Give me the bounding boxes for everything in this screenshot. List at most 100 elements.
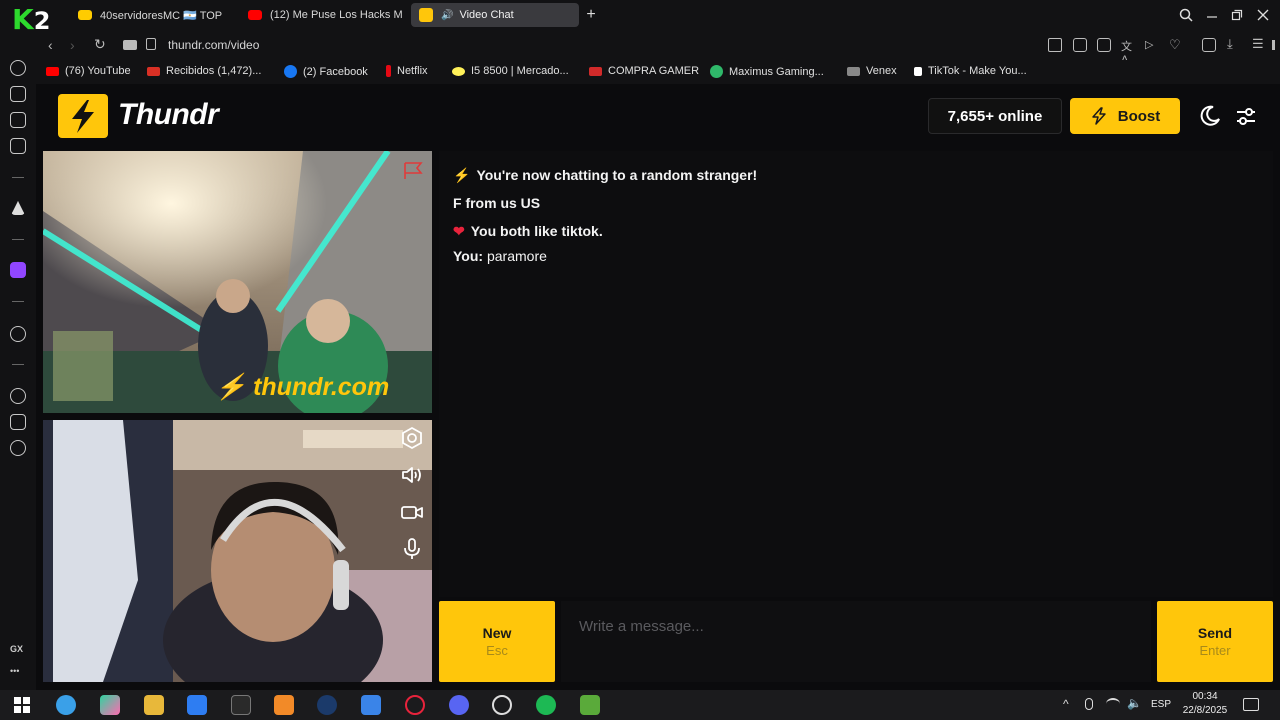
- volume-icon[interactable]: [400, 463, 424, 487]
- new-chat-button[interactable]: New Esc: [439, 601, 555, 682]
- heart-icon[interactable]: ♡: [1168, 36, 1182, 52]
- stranger-video: ⚡ thundr.com: [43, 151, 432, 413]
- wifi-icon[interactable]: [1106, 698, 1120, 710]
- mic-tray-icon[interactable]: [1085, 698, 1093, 710]
- address-bar: ‹ › ↻ thundr.com/video 文A ▷ ♡ ⤓ ☰: [36, 30, 1280, 66]
- forward-arrow-icon[interactable]: ›: [70, 37, 75, 53]
- speed-dial-icon[interactable]: [10, 60, 26, 76]
- bookmark-tiktok[interactable]: TikTok - Make You...: [914, 65, 1027, 77]
- aria-icon[interactable]: [11, 201, 25, 215]
- tab-label: 40servidoresMC 🇦🇷 TOP: [100, 9, 223, 22]
- player-icon[interactable]: [10, 326, 26, 342]
- url-text[interactable]: thundr.com/video: [168, 38, 259, 52]
- online-count-badge: 7,655+ online: [928, 98, 1062, 134]
- bookmark-gmail[interactable]: Recibidos (1,472)...: [147, 65, 261, 77]
- microphone-icon[interactable]: [400, 537, 424, 561]
- self-video: [43, 420, 432, 682]
- send-button-label: Send: [1197, 625, 1233, 641]
- scroll-handle[interactable]: [1272, 40, 1275, 50]
- dark-mode-toggle-icon[interactable]: [1198, 104, 1222, 128]
- history-icon[interactable]: [10, 388, 26, 404]
- gx-label: GX: [10, 644, 24, 654]
- windows-start-icon[interactable]: [12, 695, 32, 715]
- settings-gear-icon[interactable]: [10, 440, 26, 456]
- capture-app-icon[interactable]: [492, 695, 512, 715]
- app-launcher-icon[interactable]: [187, 695, 207, 715]
- search-tabs-icon[interactable]: [1177, 6, 1195, 24]
- bookmark-facebook[interactable]: (2) Facebook: [284, 65, 368, 78]
- launcher-a-icon[interactable]: [274, 695, 294, 715]
- thundr-logo-icon[interactable]: [58, 94, 108, 138]
- clock-time[interactable]: 00:34: [1180, 691, 1230, 702]
- message-input[interactable]: [561, 601, 1151, 682]
- tiktok-icon: [914, 66, 922, 76]
- tab-label: Video Chat: [459, 9, 514, 21]
- compragamer-icon: [589, 66, 602, 76]
- lock-icon[interactable]: [146, 38, 156, 50]
- bookmark-maximus[interactable]: Maximus Gaming...: [710, 65, 824, 78]
- twitch-icon[interactable]: [10, 262, 26, 278]
- video-camera-icon[interactable]: [400, 500, 424, 524]
- boost-button[interactable]: Boost: [1070, 98, 1180, 134]
- minecraft-icon[interactable]: [580, 695, 600, 715]
- microsoft-store-icon[interactable]: [361, 695, 381, 715]
- tab-favicon: [78, 10, 92, 20]
- sidebar-divider: [12, 364, 24, 365]
- filters-settings-icon[interactable]: [1234, 104, 1258, 128]
- extensions-sidebar-icon[interactable]: [10, 414, 26, 430]
- translate-icon[interactable]: 文A: [1120, 37, 1134, 66]
- copilot-icon[interactable]: [100, 695, 120, 715]
- epic-games-icon[interactable]: [231, 695, 251, 715]
- clock-date[interactable]: 22/8/2025: [1176, 705, 1234, 716]
- tab-youtube-video[interactable]: (12) Me Puse Los Hacks M: [240, 3, 410, 27]
- download-icon[interactable]: ⤓: [1226, 35, 1240, 51]
- tab-40servidores[interactable]: 40servidoresMC 🇦🇷 TOP: [70, 3, 240, 27]
- bookmark-venex[interactable]: Venex: [847, 65, 897, 77]
- discord-icon[interactable]: [449, 695, 469, 715]
- menu-icon[interactable]: ☰: [1251, 35, 1265, 51]
- mercadolibre-icon: [452, 66, 465, 76]
- snapshot-icon[interactable]: [1073, 38, 1087, 52]
- new-tab-button[interactable]: +: [582, 6, 600, 24]
- block-icon[interactable]: [1097, 38, 1111, 52]
- camera-indicator-icon[interactable]: [123, 40, 137, 50]
- maximize-button[interactable]: [1228, 6, 1246, 24]
- volume-tray-icon[interactable]: 🔈: [1127, 696, 1142, 710]
- language-indicator[interactable]: ESP: [1151, 699, 1171, 710]
- reload-icon[interactable]: ↻: [94, 36, 106, 53]
- thundr-page: Thundr 7,655+ online Boost ⚡ thundr.com …: [36, 84, 1280, 690]
- notifications-icon[interactable]: [1243, 698, 1259, 711]
- send-button[interactable]: Send Enter: [1157, 601, 1273, 682]
- chat-my-message: You: paramore: [453, 248, 547, 264]
- gx-control-icon[interactable]: [10, 86, 26, 102]
- bookmark-mercadolibre[interactable]: I5 8500 | Mercado...: [452, 65, 569, 77]
- boost-label: Boost: [1117, 107, 1161, 125]
- pin-icon[interactable]: [1048, 38, 1062, 52]
- extensions-icon[interactable]: [1202, 38, 1216, 52]
- taskbar: ^ 🔈 ESP 00:34 22/8/2025: [0, 690, 1280, 720]
- bookmark-youtube[interactable]: (76) YouTube: [46, 65, 131, 77]
- play-icon[interactable]: ▷: [1144, 37, 1158, 51]
- gx-cleaner-icon[interactable]: [10, 112, 26, 128]
- bookmark-compragamer[interactable]: COMPRA GAMER: [589, 65, 699, 77]
- self-video-frame: [43, 420, 432, 682]
- chat-system-message: ⚡ You're now chatting to a random strange…: [453, 167, 758, 183]
- gmail-sidebar-icon[interactable]: [10, 138, 26, 154]
- steam-icon[interactable]: [317, 695, 337, 715]
- back-arrow-icon[interactable]: ‹: [48, 37, 53, 53]
- bookmark-netflix[interactable]: Netflix: [386, 65, 428, 77]
- minimize-button[interactable]: [1203, 6, 1221, 24]
- venex-icon: [847, 66, 860, 76]
- opera-gx-icon[interactable]: [405, 695, 425, 715]
- close-window-button[interactable]: [1254, 6, 1272, 24]
- tab-video-chat[interactable]: 🔊 Video Chat: [411, 3, 579, 27]
- weather-icon[interactable]: [56, 695, 76, 715]
- more-icon[interactable]: •••: [10, 666, 19, 676]
- camera-settings-icon[interactable]: [400, 426, 424, 450]
- tray-chevron-up-icon[interactable]: ^: [1063, 697, 1069, 711]
- spotify-icon[interactable]: [536, 695, 556, 715]
- browser-sidebar: GX •••: [0, 30, 36, 690]
- sidebar-divider: [12, 177, 24, 178]
- thundr-logo-text[interactable]: Thundr: [118, 98, 219, 132]
- file-explorer-icon[interactable]: [144, 695, 164, 715]
